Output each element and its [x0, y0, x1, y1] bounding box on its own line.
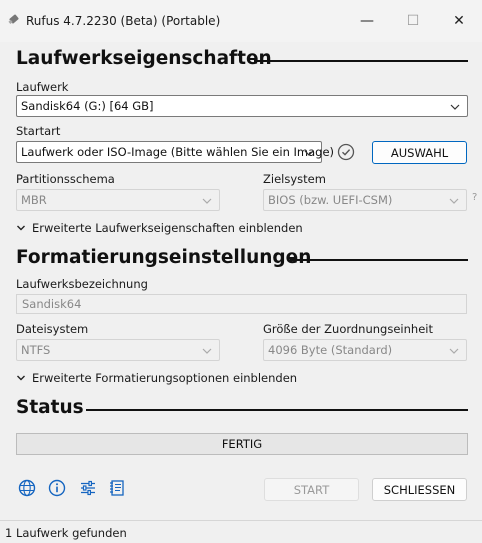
device-select[interactable]: Sandisk64 (G:) [64 GB] — [16, 95, 468, 117]
chevron-down-icon — [304, 150, 314, 156]
device-label: Laufwerk — [16, 80, 69, 94]
cluster-size-select[interactable]: 4096 Byte (Standard) — [263, 339, 467, 361]
cluster-size-label: Größe der Zuordnungseinheit — [263, 322, 433, 336]
cluster-size-value: 4096 Byte (Standard) — [268, 343, 393, 357]
window-title: Rufus 4.7.2230 (Beta) (Portable) — [26, 14, 221, 28]
drive-properties-heading: Laufwerkseigenschaften — [16, 48, 272, 69]
chevron-down-icon — [17, 375, 25, 381]
boot-selection-value: Laufwerk oder ISO-Image (Bitte wählen Si… — [21, 145, 335, 159]
chevron-down-icon — [17, 225, 25, 231]
partition-scheme-select[interactable]: MBR — [16, 189, 220, 211]
help-icon[interactable]: ? — [472, 192, 477, 203]
status-bar: 1 Laufwerk gefunden — [0, 520, 482, 543]
info-icon[interactable] — [47, 478, 67, 498]
format-options-heading: Formatierungseinstellungen — [16, 247, 312, 268]
chevron-down-icon — [202, 198, 212, 204]
target-system-label: Zielsystem — [263, 172, 326, 186]
maximize-button[interactable]: ☐ — [390, 6, 436, 36]
progress-bar: FERTIG — [16, 433, 468, 455]
chevron-down-icon — [450, 104, 460, 110]
section-divider — [254, 60, 468, 62]
advanced-format-toggle-label: Erweiterte Formatierungsoptionen einblen… — [32, 371, 298, 385]
target-system-select[interactable]: BIOS (bzw. UEFI-CSM) — [263, 189, 467, 211]
volume-label-input[interactable]: Sandisk64 — [16, 294, 467, 314]
device-value: Sandisk64 (G:) [64 GB] — [21, 99, 154, 113]
settings-sliders-icon[interactable] — [78, 478, 98, 498]
close-button[interactable]: SCHLIESSEN — [372, 478, 467, 501]
boot-selection-select[interactable]: Laufwerk oder ISO-Image (Bitte wählen Si… — [16, 141, 334, 163]
chevron-down-icon — [449, 198, 459, 204]
minimize-button[interactable]: — — [344, 6, 390, 36]
section-divider — [86, 409, 468, 411]
log-icon[interactable] — [107, 478, 127, 498]
usb-drive-icon — [8, 14, 19, 25]
file-system-value: NTFS — [21, 343, 51, 357]
advanced-drive-toggle[interactable]: Erweiterte Laufwerkseigenschaften einble… — [16, 221, 303, 235]
title-bar: Rufus 4.7.2230 (Beta) (Portable) — ☐ ✕ — [0, 0, 482, 42]
partition-scheme-label: Partitionsschema — [16, 172, 115, 186]
advanced-drive-toggle-label: Erweiterte Laufwerkseigenschaften einble… — [32, 221, 303, 235]
advanced-format-toggle[interactable]: Erweiterte Formatierungsoptionen einblen… — [16, 371, 297, 385]
globe-icon[interactable] — [17, 478, 37, 498]
progress-text: FERTIG — [221, 437, 263, 451]
chevron-down-icon — [449, 348, 459, 354]
chevron-down-icon — [202, 348, 212, 354]
status-heading: Status — [16, 397, 84, 418]
select-image-button[interactable]: AUSWAHL — [372, 141, 467, 164]
boot-selection-label: Startart — [16, 124, 61, 138]
file-system-select[interactable]: NTFS — [16, 339, 220, 361]
target-system-value: BIOS (bzw. UEFI-CSM) — [268, 193, 393, 207]
partition-scheme-value: MBR — [21, 193, 47, 207]
status-bar-text: 1 Laufwerk gefunden — [5, 526, 127, 540]
start-button[interactable]: START — [264, 478, 359, 501]
section-divider — [290, 259, 468, 261]
volume-label-value: Sandisk64 — [22, 297, 82, 311]
volume-label-label: Laufwerksbezeichnung — [16, 277, 148, 291]
check-hash-icon[interactable] — [336, 142, 356, 162]
file-system-label: Dateisystem — [16, 322, 89, 336]
close-window-button[interactable]: ✕ — [436, 6, 482, 36]
